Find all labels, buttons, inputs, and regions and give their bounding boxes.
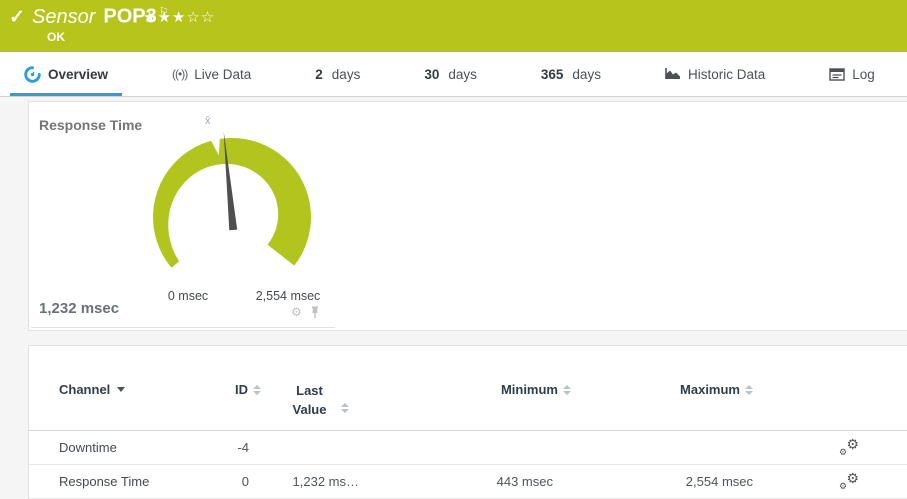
sort-icon	[253, 385, 261, 395]
tab-label: days	[448, 67, 477, 82]
log-icon	[829, 68, 845, 81]
average-marker: x̄	[205, 115, 211, 127]
edit-channel-icon[interactable]: ⚙ ⚙	[839, 472, 859, 490]
column-label: Channel	[59, 382, 110, 397]
gauge-settings-gear-icon[interactable]: ⚙	[291, 305, 302, 319]
column-header-last-value[interactable]: Last Value	[261, 382, 371, 420]
tab-historic-data[interactable]: Historic Data	[651, 52, 779, 96]
gear-icon: ⚙	[846, 470, 859, 487]
sensor-status-text: OK	[47, 30, 65, 44]
gauge-max-label: 2,554 msec	[256, 289, 321, 303]
response-time-panel: Response Time x̄ 0 msec 2,554 msec 1,232…	[28, 101, 907, 331]
sort-icon	[341, 403, 349, 413]
tab-number: 365	[541, 67, 564, 82]
edit-channel-icon[interactable]: ⚙ ⚙	[839, 438, 859, 456]
column-header-minimum[interactable]: Minimum	[371, 382, 571, 397]
table-row-downtime[interactable]: Downtime -4 ⚙ ⚙	[29, 431, 907, 465]
tab-bar: Overview ((•)) Live Data 2 days 30 days …	[0, 52, 907, 97]
tab-label: Live Data	[194, 67, 251, 82]
channel-name: Downtime	[59, 440, 209, 455]
gauge-icon	[24, 66, 41, 83]
tab-label: Log	[852, 67, 875, 82]
tab-30-days[interactable]: 30 days	[410, 52, 491, 96]
tab-2-days[interactable]: 2 days	[301, 52, 374, 96]
channel-id: -4	[209, 440, 261, 455]
tab-label: days	[572, 67, 601, 82]
priority-stars[interactable]: ★★★☆☆	[143, 8, 215, 26]
tab-label: Historic Data	[688, 67, 765, 82]
gauge-min-label: 0 msec	[168, 289, 208, 303]
gauge-svg	[132, 116, 332, 296]
column-label: Last Value	[284, 382, 336, 420]
sort-desc-icon	[117, 387, 125, 392]
area-chart-icon	[665, 67, 681, 81]
channel-minimum: 443 msec	[371, 474, 571, 489]
live-icon: ((•))	[172, 67, 187, 81]
channel-id: 0	[209, 474, 261, 489]
pin-icon[interactable]	[310, 306, 320, 319]
gauge-widget-underline	[31, 327, 335, 328]
channel-last-value: 1,232 ms…	[261, 474, 371, 489]
tab-live-data[interactable]: ((•)) Live Data	[158, 52, 265, 96]
sort-icon	[563, 385, 571, 395]
sensor-status-bar: ✓ SensorPOP3⚐ ★★★☆☆ OK	[0, 0, 907, 52]
channels-panel: Channel ID Last Value Minimum Maximum Do…	[28, 345, 907, 499]
channel-maximum: 2,554 msec	[571, 474, 771, 489]
tab-number: 30	[424, 67, 439, 82]
tab-log[interactable]: Log	[815, 52, 889, 96]
column-header-channel[interactable]: Channel	[59, 382, 209, 397]
gear-icon: ⚙	[846, 436, 859, 453]
tab-365-days[interactable]: 365 days	[527, 52, 615, 96]
column-label: ID	[235, 382, 248, 397]
column-label: Minimum	[501, 382, 558, 397]
column-label: Maximum	[680, 382, 740, 397]
check-icon: ✓	[9, 6, 25, 29]
tab-label: days	[332, 67, 361, 82]
gear-icon: ⚙	[839, 447, 847, 458]
sort-icon	[745, 385, 753, 395]
channel-table-header: Channel ID Last Value Minimum Maximum	[29, 346, 907, 431]
tab-overview[interactable]: Overview	[10, 52, 122, 96]
tab-label: Overview	[48, 67, 108, 82]
channel-name: Response Time	[59, 474, 209, 489]
tab-number: 2	[315, 67, 323, 82]
gear-icon: ⚙	[839, 481, 847, 492]
gauge-current-value: 1,232 msec	[39, 300, 119, 317]
column-header-id[interactable]: ID	[209, 382, 261, 397]
gauge-title: Response Time	[39, 117, 142, 133]
table-row-response-time[interactable]: Response Time 0 1,232 ms… 443 msec 2,554…	[29, 465, 907, 499]
gauge-widget-toolbar: ⚙	[291, 305, 320, 319]
column-header-maximum[interactable]: Maximum	[571, 382, 771, 397]
sensor-kind-label: Sensor	[32, 6, 95, 28]
